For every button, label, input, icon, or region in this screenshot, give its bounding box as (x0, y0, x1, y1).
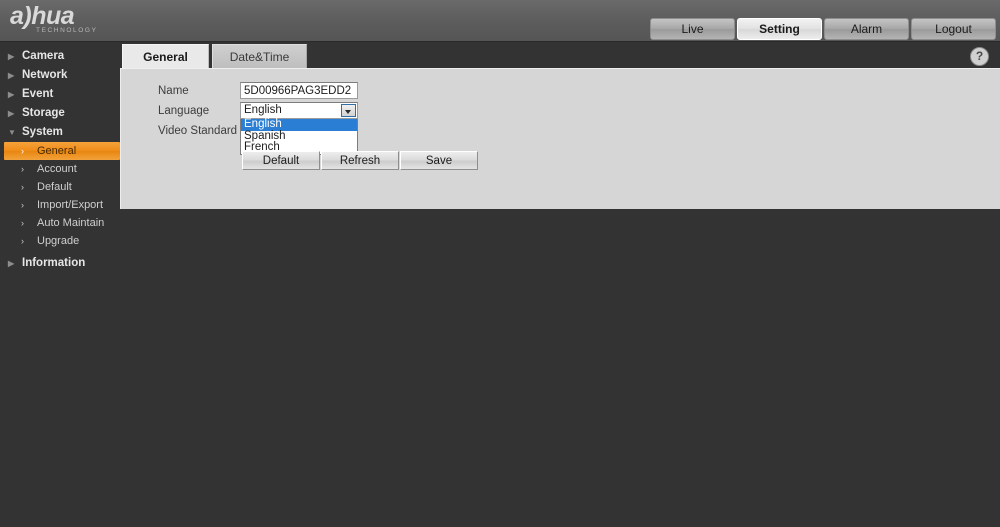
name-input[interactable] (240, 82, 358, 99)
tab-bar: General Date&Time ? (120, 44, 1000, 68)
refresh-button[interactable]: Refresh (321, 151, 399, 170)
chevron-right-icon: ▶ (8, 259, 15, 268)
dahua-logo: a)hua TECHNOLOGY (10, 4, 130, 38)
sidebar-item-label: Camera (22, 50, 65, 62)
sidebar-item-label: Network (22, 69, 68, 81)
sidebar-item-label: Information (22, 257, 86, 269)
language-option-english[interactable]: English (241, 118, 357, 131)
top-navigation: Live Setting Alarm Logout (650, 18, 996, 40)
sidebar-item-label: Account (37, 163, 77, 175)
language-option-list: English Spanish French (240, 118, 358, 155)
chevron-right-icon: › (21, 236, 24, 246)
nav-button-live[interactable]: Live (650, 18, 735, 40)
sidebar-item-information[interactable]: ▶ Information (0, 254, 120, 273)
sidebar-item-account[interactable]: › Account (4, 160, 120, 178)
chevron-right-icon: › (21, 164, 24, 174)
sidebar-item-label: General (37, 145, 77, 157)
tab-general[interactable]: General (122, 44, 209, 68)
sidebar-item-label: System (22, 126, 63, 138)
save-button[interactable]: Save (400, 151, 478, 170)
language-select[interactable]: English (240, 102, 358, 119)
sidebar-item-default[interactable]: › Default (4, 178, 120, 196)
sidebar-item-system[interactable]: ▼ System (0, 123, 120, 142)
sidebar-navigation: ▶ Camera ▶ Network ▶ Event ▶ Storage ▼ S… (0, 42, 120, 273)
help-question-icon[interactable]: ? (970, 47, 989, 66)
chevron-right-icon: › (21, 200, 24, 210)
logo-tagline: TECHNOLOGY (36, 27, 98, 34)
nav-button-setting[interactable]: Setting (737, 18, 822, 40)
chevron-right-icon: ▶ (8, 71, 15, 80)
sidebar-item-auto-maintain[interactable]: › Auto Maintain (4, 214, 120, 232)
chevron-right-icon: › (21, 146, 24, 156)
name-label: Name (158, 85, 189, 97)
video-standard-label: Video Standard (158, 125, 238, 137)
default-button[interactable]: Default (242, 151, 320, 170)
sidebar-item-label: Import/Export (37, 199, 104, 211)
chevron-down-icon: ▼ (8, 128, 16, 137)
sidebar-item-import-export[interactable]: › Import/Export (4, 196, 120, 214)
chevron-right-icon: ▶ (8, 52, 15, 61)
chevron-right-icon: › (21, 182, 24, 192)
sidebar-item-event[interactable]: ▶ Event (0, 85, 120, 104)
tab-date-time[interactable]: Date&Time (212, 44, 307, 68)
logo-wordmark: a)hua (10, 2, 75, 30)
language-selected-value: English (244, 104, 282, 116)
caret-shape (345, 110, 351, 114)
sidebar-item-upgrade[interactable]: › Upgrade (4, 232, 120, 250)
language-label: Language (158, 105, 210, 117)
sidebar-item-storage[interactable]: ▶ Storage (0, 104, 120, 123)
chevron-down-icon[interactable] (341, 104, 356, 117)
sidebar-item-camera[interactable]: ▶ Camera (0, 47, 120, 66)
sidebar-item-label: Event (22, 88, 54, 100)
chevron-right-icon: ▶ (8, 109, 15, 118)
general-settings-panel: Name Language English English Spanish Fr… (120, 68, 1000, 209)
chevron-right-icon: ▶ (8, 90, 15, 99)
language-select-group: English English Spanish French (240, 102, 358, 155)
chevron-right-icon: › (21, 218, 24, 228)
nav-button-logout[interactable]: Logout (911, 18, 996, 40)
sidebar-item-network[interactable]: ▶ Network (0, 66, 120, 85)
sidebar-item-label: Upgrade (37, 235, 80, 247)
sidebar-item-label: Auto Maintain (37, 217, 105, 229)
sidebar-item-general[interactable]: › General (4, 142, 120, 160)
sidebar-item-label: Storage (22, 107, 65, 119)
nav-button-alarm[interactable]: Alarm (824, 18, 909, 40)
sidebar-item-label: Default (37, 181, 72, 193)
app-header: a)hua TECHNOLOGY Live Setting Alarm Logo… (0, 0, 1000, 42)
